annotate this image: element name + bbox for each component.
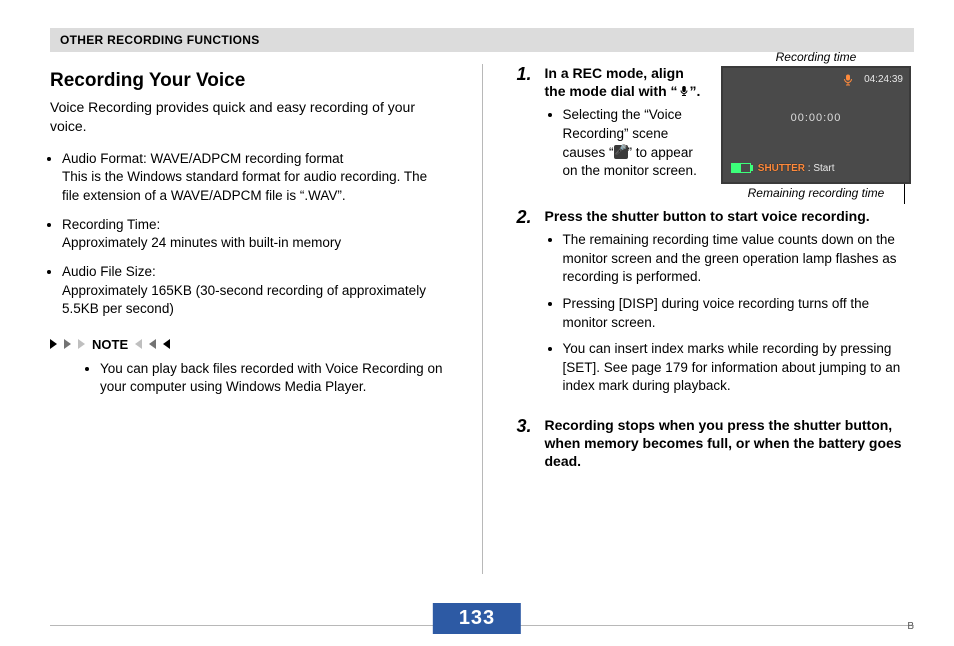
note-item: You can play back files recorded with Vo…: [100, 360, 448, 397]
elapsed-time-value: 00:00:00: [723, 112, 909, 124]
mic-icon: [843, 74, 853, 89]
note-label: NOTE: [92, 337, 128, 352]
intro-text: Voice Recording provides quick and easy …: [50, 98, 448, 136]
step-2: 2. Press the shutter button to start voi…: [517, 207, 915, 406]
status-bar: SHUTTER : Start: [731, 163, 834, 174]
spec-item: Audio Format: WAVE/ADPCM recording forma…: [62, 150, 448, 206]
step-title: In a REC mode, align the mode dial with …: [545, 64, 703, 100]
triangle-right-icon: [78, 339, 86, 349]
two-column-layout: Recording Your Voice Voice Recording pro…: [50, 64, 914, 574]
shutter-label: SHUTTER: [758, 163, 805, 174]
remaining-time-value: 04:24:39: [864, 74, 903, 85]
step-sub-list: The remaining recording time value count…: [545, 231, 915, 396]
note-heading: NOTE: [50, 337, 448, 352]
lcd-screen: 04:24:39 00:00:00 SHUTTER : Start: [721, 66, 911, 184]
figure-caption-top: Recording time: [718, 50, 914, 64]
step-number: 1.: [517, 64, 537, 191]
step-title: Recording stops when you press the shutt…: [545, 416, 915, 471]
step-sub-item: Pressing [DISP] during voice recording t…: [563, 295, 915, 332]
mic-box-icon: [614, 145, 628, 159]
triangle-left-icon: [162, 339, 170, 349]
column-divider: [482, 64, 483, 574]
step-3: 3. Recording stops when you press the sh…: [517, 416, 915, 471]
triangle-right-icon: [50, 339, 58, 349]
step-sub-item: You can insert index marks while recordi…: [563, 340, 915, 396]
step-1: 1. In a REC mode, align the mode dial wi…: [517, 64, 703, 191]
figure: Recording time 04:24:39 00:00:00 SHUTTER…: [718, 50, 914, 201]
step-sub-item: The remaining recording time value count…: [563, 231, 915, 287]
start-label: : Start: [808, 163, 835, 174]
spec-list: Audio Format: WAVE/ADPCM recording forma…: [50, 150, 448, 319]
step-number: 2.: [517, 207, 537, 406]
step-sub-item: Selecting the “Voice Recording” scene ca…: [563, 106, 703, 181]
spec-item: Audio File Size: Approximately 165KB (30…: [62, 263, 448, 319]
triangle-left-icon: [134, 339, 142, 349]
footer-mark: B: [907, 621, 914, 632]
step-title-post: ”.: [690, 83, 701, 99]
triangle-left-icon: [148, 339, 156, 349]
page-number: 133: [433, 603, 521, 634]
figure-caption-bottom: Remaining recording time: [718, 186, 914, 200]
triangle-right-icon: [64, 339, 72, 349]
left-column: Recording Your Voice Voice Recording pro…: [50, 64, 448, 574]
manual-page: OTHER RECORDING FUNCTIONS Recording Your…: [0, 0, 954, 646]
battery-icon: [731, 163, 751, 173]
page-title: Recording Your Voice: [50, 70, 448, 92]
step-sub-list: Selecting the “Voice Recording” scene ca…: [545, 106, 703, 181]
section-header: OTHER RECORDING FUNCTIONS: [50, 28, 914, 52]
note-list: You can play back files recorded with Vo…: [50, 360, 448, 397]
step-title-pre: In a REC mode, align the mode dial with …: [545, 65, 684, 99]
step-number: 3.: [517, 416, 537, 471]
right-column: 1. In a REC mode, align the mode dial wi…: [517, 64, 915, 574]
step-title: Press the shutter button to start voice …: [545, 207, 915, 225]
mic-icon: [678, 85, 690, 97]
spec-item: Recording Time: Approximately 24 minutes…: [62, 216, 448, 253]
